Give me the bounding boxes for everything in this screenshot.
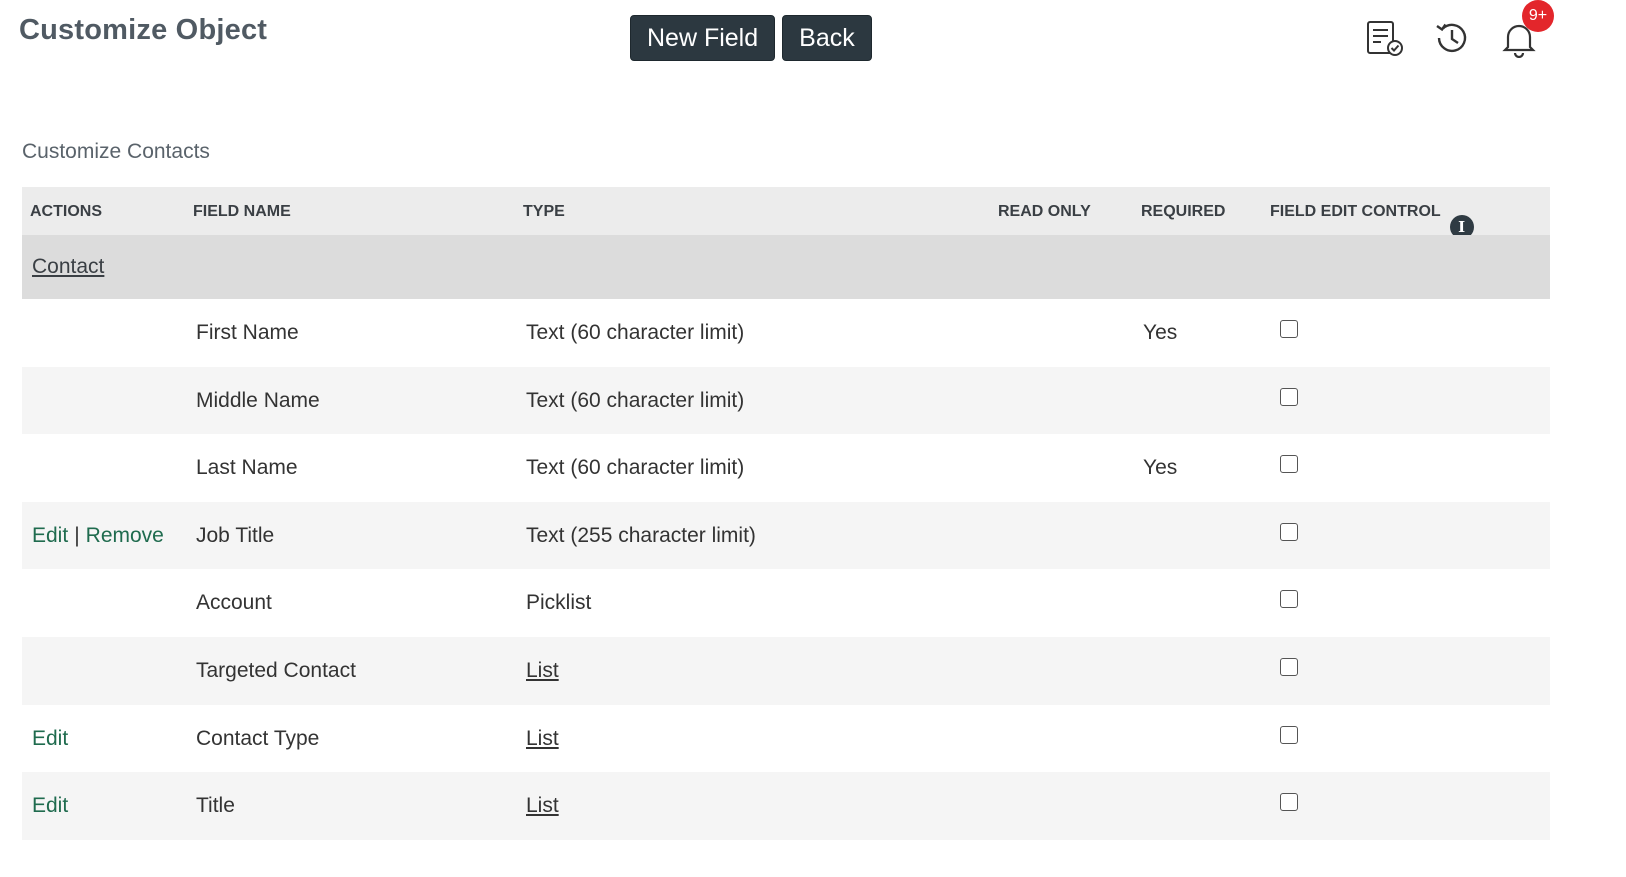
field-edit-control-checkbox[interactable] — [1280, 793, 1298, 812]
field-name-cell: Job Title — [196, 523, 275, 547]
field-name-cell: Contact Type — [196, 726, 320, 750]
row-actions — [32, 456, 44, 480]
table-row: First Name Text (60 character limit) Yes — [22, 299, 1550, 367]
table-row: Edit Title List — [22, 772, 1550, 840]
action-separator: | — [74, 523, 80, 547]
field-edit-control-checkbox[interactable] — [1280, 387, 1298, 406]
history-icon[interactable] — [1430, 16, 1474, 60]
field-type-cell: Picklist — [526, 591, 592, 615]
col-read-only: READ ONLY — [998, 203, 1091, 220]
table-row: Middle Name Text (60 character limit) — [22, 366, 1550, 435]
required-cell: Yes — [1143, 456, 1178, 480]
row-actions: Edit — [32, 727, 80, 751]
row-actions — [32, 389, 44, 413]
field-edit-control-checkbox[interactable] — [1280, 320, 1298, 338]
field-type-cell: Text (255 character limit) — [526, 523, 756, 547]
row-actions — [32, 321, 44, 345]
field-name-cell: Middle Name — [196, 388, 320, 412]
table-row: Targeted Contact List — [22, 636, 1550, 705]
group-row: Contact — [22, 235, 1550, 299]
field-type-cell: Text (60 character limit) — [526, 456, 745, 480]
edit-link[interactable]: Edit — [32, 524, 68, 547]
task-checklist-icon[interactable] — [1362, 16, 1406, 60]
col-field-edit-control-label: FIELD EDIT CONTROL — [1270, 203, 1441, 220]
field-edit-control-checkbox[interactable] — [1280, 455, 1298, 474]
field-name-cell: First Name — [196, 321, 299, 344]
table-row: Account Picklist — [22, 569, 1550, 637]
field-type-link[interactable]: List — [526, 659, 559, 683]
field-name-cell: Targeted Contact — [196, 658, 356, 682]
table-header: ACTIONS FIELD NAME TYPE READ ONLY REQUIR… — [22, 187, 1550, 239]
notification-badge: 9+ — [1522, 0, 1554, 32]
col-type: TYPE — [523, 203, 565, 220]
col-required: REQUIRED — [1141, 203, 1226, 220]
table-row: Edit | Remove Job Title Text (255 character … — [22, 501, 1550, 570]
field-type-cell: Text (60 character limit) — [526, 321, 745, 344]
field-name-cell: Last Name — [196, 456, 298, 480]
field-edit-control-checkbox[interactable] — [1280, 657, 1298, 676]
col-actions: ACTIONS — [30, 203, 102, 220]
back-button[interactable]: Back — [782, 15, 872, 61]
table-body: First Name Text (60 character limit) Yes Mi… — [22, 299, 1550, 840]
edit-link[interactable]: Edit — [32, 727, 68, 750]
col-field-edit-control: FIELD EDIT CONTROL i — [1270, 203, 1474, 239]
field-edit-control-checkbox[interactable] — [1280, 522, 1298, 541]
row-actions — [32, 591, 44, 615]
remove-link[interactable]: Remove — [86, 524, 164, 547]
page-title: Customize Object — [19, 14, 268, 46]
required-cell: Yes — [1143, 321, 1178, 344]
field-name-cell: Account — [196, 591, 272, 615]
section-title: Customize Contacts — [22, 140, 210, 163]
row-actions — [32, 659, 44, 683]
new-field-button[interactable]: New Field — [630, 15, 776, 61]
table-row: Last Name Text (60 character limit) Yes — [22, 434, 1550, 502]
edit-link[interactable]: Edit — [32, 794, 68, 817]
table-row: Edit Contact Type List — [22, 705, 1550, 773]
top-button-group: New Field Back — [630, 15, 872, 61]
row-actions: Edit | Remove — [32, 524, 164, 548]
field-name-cell: Title — [196, 794, 235, 818]
group-link-contact[interactable]: Contact — [32, 255, 104, 279]
field-type-link[interactable]: List — [526, 727, 559, 751]
field-type-cell: Text (60 character limit) — [526, 388, 745, 412]
field-type-link[interactable]: List — [526, 794, 559, 818]
field-edit-control-checkbox[interactable] — [1280, 590, 1298, 609]
fields-table: ACTIONS FIELD NAME TYPE READ ONLY REQUIR… — [22, 187, 1550, 840]
row-actions: Edit — [32, 794, 80, 818]
field-edit-control-checkbox[interactable] — [1280, 725, 1298, 744]
col-field-name: FIELD NAME — [193, 203, 291, 220]
header-icon-bar: 9+ — [1360, 0, 1560, 64]
